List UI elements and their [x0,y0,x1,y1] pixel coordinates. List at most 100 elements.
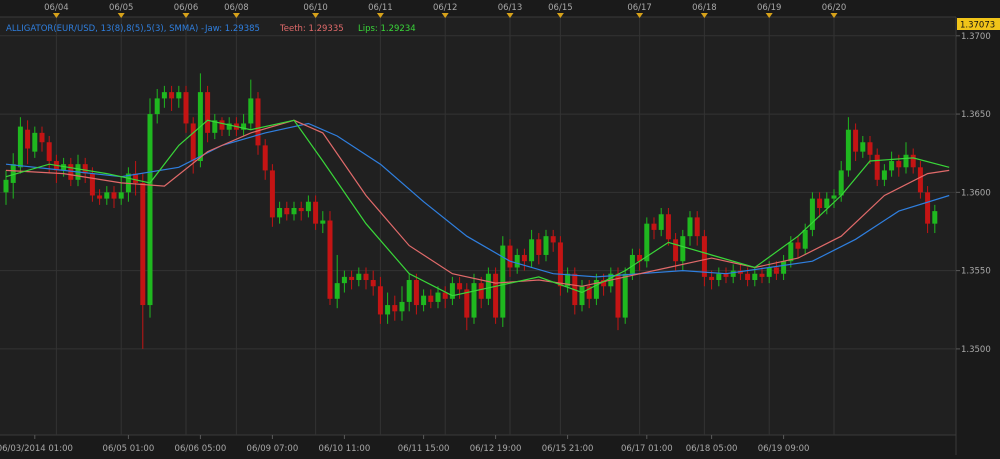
candle-body [147,114,153,306]
candle-body [428,295,434,302]
candle-body [97,195,103,199]
candle-body [392,305,398,312]
candle-body [161,92,167,99]
candle-body [39,132,45,143]
date-label-bottom: 06/15 21:00 [542,444,594,454]
candle-body [716,273,722,281]
candle-body [176,92,182,99]
date-label-bottom: 06/19 09:00 [758,444,810,454]
candle-body [471,283,477,318]
date-label-bottom: 06/11 15:00 [398,444,450,454]
candle-body [550,236,556,243]
candle-body [521,254,527,262]
candle-body [104,192,110,199]
date-label-top: 06/05 [109,3,134,13]
candle-body [298,207,304,212]
candle-body [514,254,520,268]
candle-body [349,276,355,281]
date-label-bottom: 06/10 11:00 [319,444,371,454]
candle-body [543,236,549,255]
candle-body [406,280,412,302]
candle-body [17,126,23,168]
date-label-top: 06/19 [757,3,782,13]
candle-body [673,239,679,262]
candle-body [709,276,715,281]
candle-body [665,214,671,240]
candle-body [327,220,333,299]
candle-body [68,164,74,180]
candle-body [262,145,268,171]
price-tick-label: 1.3500 [961,345,991,355]
date-label-top: 06/10 [303,3,328,13]
candle-body [529,239,535,262]
indicator-label: ALLIGATOR(EUR/USD, 13(8),8(5),5(3), SMMA… [6,24,204,34]
candle-body [730,270,736,277]
candle-body [680,236,686,262]
price-tick-label: 1.3600 [961,188,991,198]
price-tick-label: 1.3650 [961,110,991,120]
candle-body [845,129,851,171]
date-label-top: 06/18 [692,3,717,13]
candle-body [269,170,275,218]
candle-body [579,286,585,306]
date-label-bottom: 06/06 05:00 [175,444,227,454]
candle-body [766,267,772,277]
candle-body [831,195,837,199]
candle-body [183,92,189,124]
candle-body [399,301,405,312]
candle-body [334,283,340,299]
legend-jaw: Jaw: 1.29385 [204,24,260,34]
date-label-bottom: 06/05 01:00 [103,444,155,454]
candle-body [615,273,621,318]
candle-body [932,211,938,224]
price-tick-label: 1.3700 [961,32,991,42]
candle-body [190,123,196,162]
date-label-top: 06/13 [498,3,523,13]
candle-body [687,217,693,237]
chart-canvas[interactable]: 1.3500 1.3550 1.3600 1.3650 1.3700 06/04 06/0… [0,0,1000,455]
candle-body [788,242,794,262]
candle-body [910,154,916,168]
candle-body [752,273,758,281]
date-label-bottom: 06/12 19:00 [470,444,522,454]
candle-body [694,217,700,237]
candle-body [917,167,923,193]
candle-body [255,98,261,146]
candle-body [867,142,873,155]
date-label-top: 06/15 [548,3,573,13]
candle-body [320,220,326,224]
candle-body [118,192,124,199]
candle-body [305,201,311,212]
candle-body [853,129,859,152]
candle-body [291,207,297,215]
alligator-chart[interactable]: 1.3500 1.3550 1.3600 1.3650 1.3700 06/04 06/0… [0,0,1000,455]
candle-body [881,170,887,180]
candle-body [773,267,779,274]
candle-body [838,170,844,196]
current-price-value: 1.37073 [960,21,995,31]
candle-body [896,161,902,168]
candle-body [889,161,895,171]
candle-body [557,242,563,287]
date-label-top: 06/04 [44,3,69,13]
date-label-bottom: 06/03/2014 01:00 [0,444,73,454]
candle-body [759,273,765,277]
candle-body [277,207,283,218]
candle-body [449,283,455,299]
candle-body [32,132,38,152]
candle-body [658,214,664,230]
price-tick-label: 1.3550 [961,267,991,277]
legend-lips: Lips: 1.29234 [358,24,416,34]
candle-body [435,292,441,302]
date-label-top: 06/12 [433,3,458,13]
candle-body [817,198,823,208]
candle-body [874,154,880,180]
candle-body [341,276,347,284]
candle-body [313,201,319,224]
candle-body [140,182,146,306]
candle-body [802,229,808,249]
candle-body [701,236,707,277]
candle-body [478,283,484,299]
candle-body [485,273,491,299]
candle-body [154,98,160,115]
